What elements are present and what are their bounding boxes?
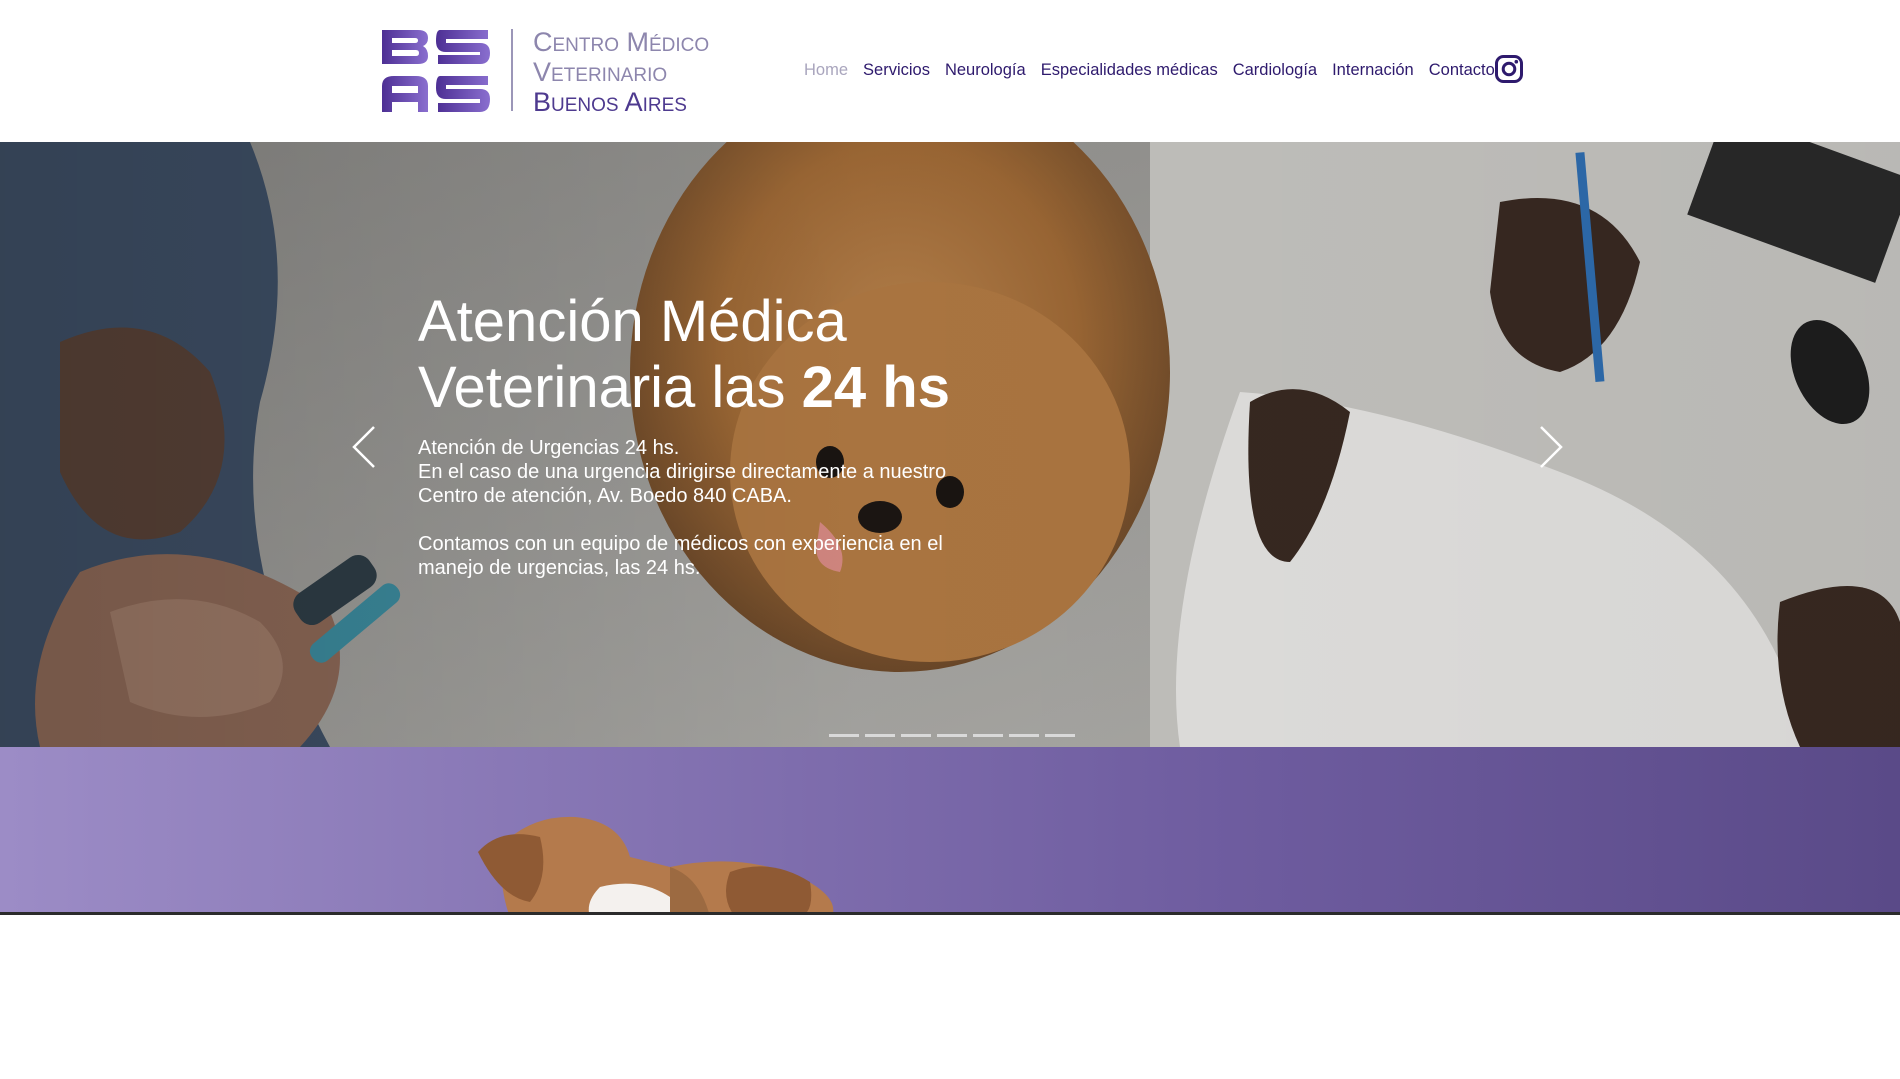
hero-slider: Atención Médica Veterinaria las 24 hs At… xyxy=(0,142,1900,747)
logo-line-3: Buenos Aires xyxy=(533,87,687,117)
hero-title-line-2: Veterinaria las 24 hs xyxy=(418,355,950,421)
nav-especialidades[interactable]: Especialidades médicas xyxy=(1041,61,1218,80)
nav-servicios[interactable]: Servicios xyxy=(863,61,930,80)
purple-section xyxy=(0,747,1900,912)
hero-paragraph-2: En el caso de una urgencia dirigirse dir… xyxy=(418,461,947,507)
logo-line-1: Centro Médico xyxy=(533,27,710,57)
slider-pagination xyxy=(829,734,1081,737)
hero-paragraph-gap xyxy=(418,508,978,532)
logo-text: Centro Médico Veterinario Buenos Aires xyxy=(533,27,709,117)
nav-internacion[interactable]: Internación xyxy=(1332,61,1414,80)
slide-dot-3[interactable] xyxy=(901,734,931,737)
hero-title-highlight: 24 hs xyxy=(801,355,950,420)
instagram-icon[interactable] xyxy=(1494,54,1524,84)
slide-dot-6[interactable] xyxy=(1009,734,1039,737)
slide-dot-5[interactable] xyxy=(973,734,1003,737)
nav-cardiologia[interactable]: Cardiología xyxy=(1233,61,1317,80)
hero-description: Atención de Urgencias 24 hs. En el caso … xyxy=(418,436,978,580)
nav-home[interactable]: Home xyxy=(804,61,848,80)
main-nav: Home Servicios Neurología Especialidades… xyxy=(804,58,1510,82)
slide-dot-1[interactable] xyxy=(829,734,859,737)
logo-line-2: Veterinario xyxy=(533,57,668,87)
hero-paragraph-1: Atención de Urgencias 24 hs. xyxy=(418,437,680,459)
chevron-right-icon[interactable] xyxy=(1535,423,1565,471)
hero-title: Atención Médica Veterinaria las 24 hs xyxy=(418,289,950,421)
site-header: Centro Médico Veterinario Buenos Aires H… xyxy=(0,0,1900,142)
chevron-left-icon[interactable] xyxy=(350,423,380,471)
puppy-image xyxy=(478,816,834,912)
hero-paragraph-3: Contamos con un equipo de médicos con ex… xyxy=(418,533,943,579)
slide-dot-7[interactable] xyxy=(1045,734,1075,737)
slide-dot-2[interactable] xyxy=(865,734,895,737)
logo-mark-icon xyxy=(382,30,490,112)
logo-divider xyxy=(511,29,513,111)
slide-dot-4[interactable] xyxy=(937,734,967,737)
nav-neurologia[interactable]: Neurología xyxy=(945,61,1026,80)
site-logo[interactable]: Centro Médico Veterinario Buenos Aires xyxy=(382,27,712,117)
nav-contacto[interactable]: Contacto xyxy=(1429,61,1495,80)
hero-title-line-2-prefix: Veterinaria las xyxy=(418,355,802,420)
section-divider xyxy=(0,912,1900,915)
hero-title-line-1: Atención Médica xyxy=(418,289,847,354)
